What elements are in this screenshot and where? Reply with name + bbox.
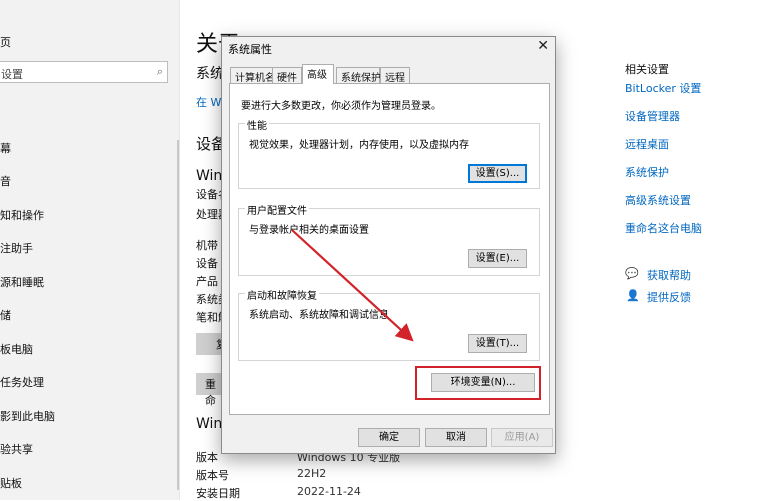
tab-advanced[interactable]: 高级	[302, 64, 334, 84]
annotation-arrow	[291, 229, 414, 342]
